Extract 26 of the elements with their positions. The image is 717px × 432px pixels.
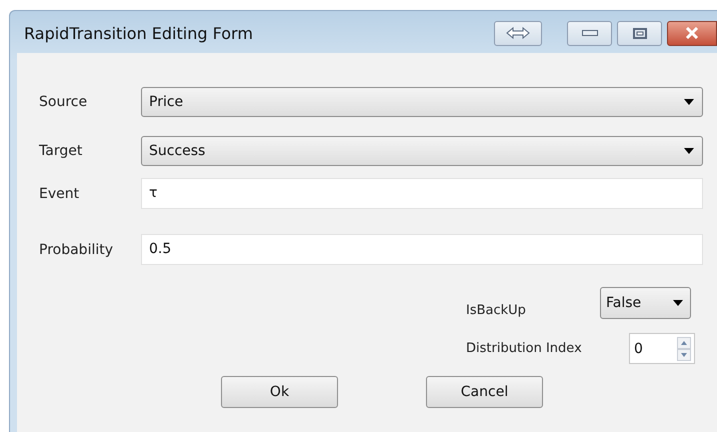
field-label: Event [39, 186, 80, 202]
input-field[interactable]: 0.5 [141, 234, 703, 265]
dropdown[interactable]: Price [141, 86, 703, 116]
dialog-button[interactable]: Cancel [426, 376, 543, 408]
maximize-icon [632, 28, 646, 38]
maximize-button[interactable] [617, 20, 662, 46]
dropdown[interactable]: False [600, 287, 691, 319]
close-icon [684, 27, 700, 39]
double-arrow-icon [506, 27, 530, 39]
field-label: Probability [39, 242, 114, 258]
minimize-button[interactable] [567, 20, 612, 46]
caret-icon [684, 148, 694, 154]
field-label: Distribution Index [466, 341, 583, 356]
window-title: RapidTransition Editing Form [24, 24, 253, 42]
input-field[interactable]: τ [141, 178, 703, 209]
caret-icon [673, 300, 683, 306]
field-label: Source [39, 94, 88, 110]
resize-button[interactable] [494, 20, 542, 46]
dialog-button[interactable]: Ok [221, 376, 338, 408]
dropdown[interactable]: Success [141, 136, 703, 166]
field-label: Target [39, 142, 84, 158]
field-label: IsBackUp [466, 302, 527, 318]
caret-icon [684, 98, 694, 104]
minimize-icon [582, 30, 598, 36]
number-spinner[interactable]: 0 [629, 333, 695, 364]
close-button[interactable] [667, 20, 717, 46]
